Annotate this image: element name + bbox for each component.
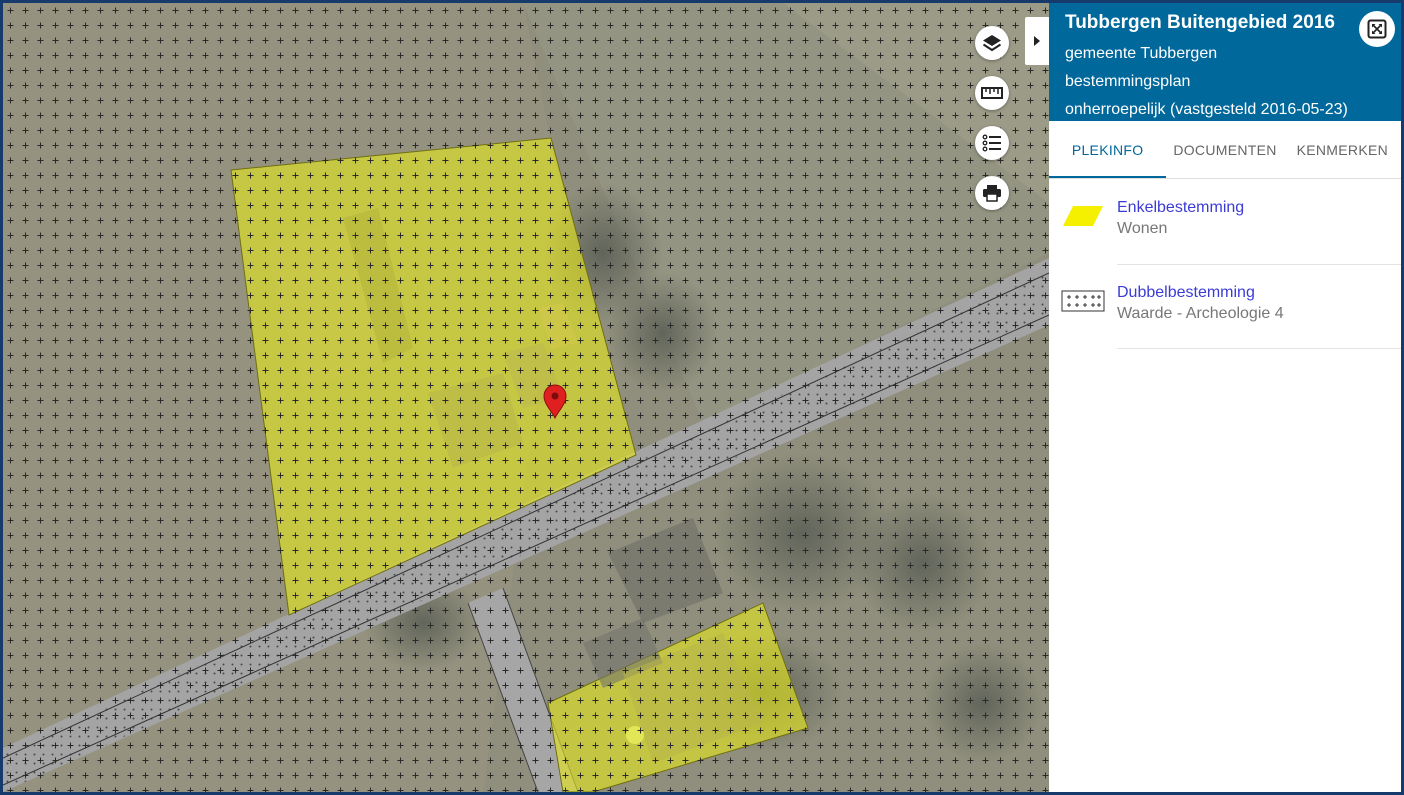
fullscreen-button[interactable] [1359,11,1395,47]
plan-status: onherroepelijk (vastgesteld 2016-05-23) [1065,101,1348,118]
measure-button[interactable] [975,76,1009,110]
item-subtitle: Waarde - Archeologie 4 [1117,305,1284,322]
cross-hatch-icon [1061,290,1105,312]
panel-tabs: PLEKINFO DOCUMENTEN KENMERKEN [1049,121,1401,179]
printer-icon [983,185,1001,202]
ruler-icon [981,87,1003,99]
map-canvas[interactable] [3,3,1049,792]
list-item-dubbelbestemming[interactable]: Dubbelbestemming Waarde - Archeologie 4 [1049,264,1401,349]
municipality: gemeente Tubbergen [1065,45,1218,62]
tab-plekinfo[interactable]: PLEKINFO [1049,121,1167,178]
plan-type: bestemmingsplan [1065,73,1191,90]
list-item-enkelbestemming[interactable]: Enkelbestemming Wonen [1049,179,1401,264]
print-button[interactable] [975,176,1009,210]
yellow-parallelogram-icon [1063,206,1103,226]
item-title[interactable]: Enkelbestemming [1117,197,1244,219]
panel-header: Tubbergen Buitengebied 2016 gemeente Tub… [1049,3,1401,121]
tab-documenten[interactable]: DOCUMENTEN [1166,121,1283,178]
caret-right-icon [1034,36,1040,46]
item-title[interactable]: Dubbelbestemming [1117,282,1284,304]
info-panel: Tubbergen Buitengebied 2016 gemeente Tub… [1049,3,1401,792]
app-frame: Tubbergen Buitengebied 2016 gemeente Tub… [0,0,1404,795]
archeology-pattern [3,3,1049,792]
layers-icon [982,35,1002,52]
panel-collapse-tab[interactable] [1025,17,1049,65]
layers-button[interactable] [975,26,1009,60]
legend-button[interactable] [975,126,1009,160]
plan-title: Tubbergen Buitengebied 2016 [1065,12,1335,33]
item-subtitle: Wonen [1117,220,1168,237]
map-view[interactable] [3,3,1049,792]
fullscreen-icon [1367,19,1387,39]
tab-kenmerken[interactable]: KENMERKEN [1284,121,1401,178]
list-icon [982,134,1001,152]
